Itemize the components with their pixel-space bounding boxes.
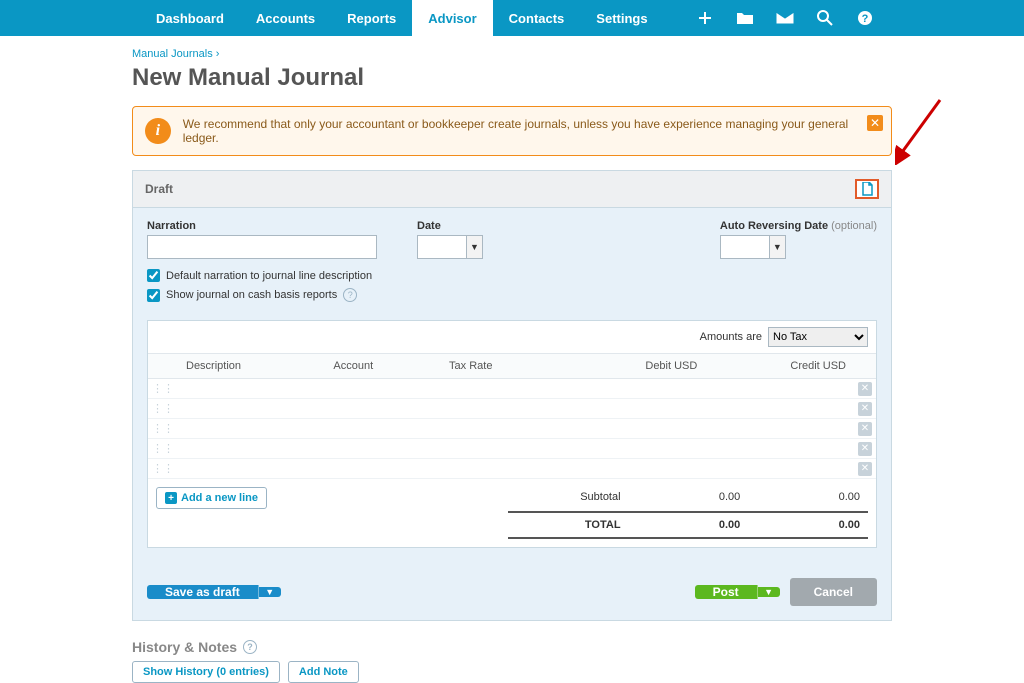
- history-title: History & Notes ?: [132, 639, 892, 655]
- add-note-button[interactable]: Add Note: [288, 661, 359, 683]
- amounts-are-label: Amounts are: [700, 331, 762, 343]
- default-narration-label: Default narration to journal line descri…: [166, 270, 372, 282]
- folder-icon[interactable]: [736, 9, 754, 27]
- svg-text:?: ?: [862, 13, 869, 25]
- attach-file-button[interactable]: [855, 179, 879, 199]
- nav-settings[interactable]: Settings: [580, 0, 663, 36]
- narration-label: Narration: [147, 220, 377, 232]
- cash-basis-label: Show journal on cash basis reports: [166, 289, 337, 301]
- delete-row-icon[interactable]: ✕: [858, 462, 872, 476]
- drag-handle-icon[interactable]: ⋮⋮: [148, 419, 178, 439]
- date-dropdown-icon[interactable]: ▼: [467, 235, 483, 259]
- info-alert: i We recommend that only your accountant…: [132, 106, 892, 156]
- search-icon[interactable]: [816, 9, 834, 27]
- mail-icon[interactable]: [776, 9, 794, 27]
- subtotal-debit: 0.00: [671, 491, 741, 503]
- col-debit: Debit USD: [564, 354, 705, 379]
- top-nav: Dashboard Accounts Reports Advisor Conta…: [0, 0, 1024, 36]
- table-row[interactable]: ⋮⋮ ✕: [148, 459, 876, 479]
- auto-reversing-field: Auto Reversing Date (optional) ▼: [720, 220, 877, 259]
- breadcrumb: Manual Journals ›: [132, 44, 892, 64]
- subtotal-credit: 0.00: [790, 491, 860, 503]
- total-credit: 0.00: [790, 519, 860, 531]
- drag-handle-icon[interactable]: ⋮⋮: [148, 439, 178, 459]
- action-bar: Save as draft ▼ Post ▼ Cancel: [133, 564, 891, 620]
- breadcrumb-link[interactable]: Manual Journals: [132, 48, 213, 60]
- help-icon[interactable]: ?: [243, 640, 257, 654]
- show-history-button[interactable]: Show History (0 entries): [132, 661, 280, 683]
- col-tax-rate: Tax Rate: [441, 354, 564, 379]
- drag-handle-icon[interactable]: ⋮⋮: [148, 379, 178, 399]
- cash-basis-checkbox[interactable]: [147, 289, 160, 302]
- date-input[interactable]: [417, 235, 467, 259]
- date-label: Date: [417, 220, 483, 232]
- alert-text: We recommend that only your accountant o…: [183, 117, 879, 145]
- delete-row-icon[interactable]: ✕: [858, 442, 872, 456]
- cancel-button[interactable]: Cancel: [790, 578, 877, 606]
- line-grid: Amounts are No Tax Description Account T…: [147, 320, 877, 548]
- breadcrumb-sep: ›: [216, 48, 220, 60]
- status-badge: Draft: [145, 182, 173, 196]
- nav-advisor[interactable]: Advisor: [412, 0, 492, 36]
- drag-handle-icon[interactable]: ⋮⋮: [148, 459, 178, 479]
- panel-header: Draft: [133, 171, 891, 208]
- drag-handle-icon[interactable]: ⋮⋮: [148, 399, 178, 419]
- nav-dashboard[interactable]: Dashboard: [140, 0, 240, 36]
- close-icon[interactable]: ✕: [867, 115, 883, 131]
- table-row[interactable]: ⋮⋮ ✕: [148, 399, 876, 419]
- add-line-button[interactable]: + Add a new line: [156, 487, 267, 509]
- arrow-annotation-icon: [895, 95, 945, 165]
- help-icon[interactable]: ?: [343, 288, 357, 302]
- subtotal-label: Subtotal: [516, 491, 621, 503]
- file-icon: [861, 182, 873, 196]
- journal-panel: Draft Narration Date ▼: [132, 170, 892, 621]
- nav-contacts[interactable]: Contacts: [493, 0, 581, 36]
- nav-reports[interactable]: Reports: [331, 0, 412, 36]
- col-credit: Credit USD: [705, 354, 854, 379]
- info-icon: i: [145, 118, 171, 144]
- default-narration-checkbox[interactable]: [147, 269, 160, 282]
- save-draft-button[interactable]: Save as draft ▼: [147, 578, 281, 606]
- plus-icon: +: [165, 492, 177, 504]
- table-row[interactable]: ⋮⋮ ✕: [148, 439, 876, 459]
- nav-icon-group: ?: [696, 9, 884, 27]
- total-debit: 0.00: [671, 519, 741, 531]
- narration-field: Narration: [147, 220, 377, 259]
- table-row[interactable]: ⋮⋮ ✕: [148, 379, 876, 399]
- narration-input[interactable]: [147, 235, 377, 259]
- col-description: Description: [178, 354, 325, 379]
- amounts-are-select[interactable]: No Tax: [768, 327, 868, 347]
- auto-reversing-label: Auto Reversing Date (optional): [720, 220, 877, 232]
- nav-tabs: Dashboard Accounts Reports Advisor Conta…: [140, 0, 664, 36]
- delete-row-icon[interactable]: ✕: [858, 382, 872, 396]
- table-row[interactable]: ⋮⋮ ✕: [148, 419, 876, 439]
- auto-reversing-input[interactable]: [720, 235, 770, 259]
- col-account: Account: [325, 354, 441, 379]
- post-button[interactable]: Post ▼: [695, 578, 780, 606]
- chevron-down-icon[interactable]: ▼: [758, 587, 780, 597]
- help-icon[interactable]: ?: [856, 9, 874, 27]
- total-label: TOTAL: [516, 519, 621, 531]
- default-narration-checkbox-row: Default narration to journal line descri…: [147, 269, 877, 282]
- auto-rev-dropdown-icon[interactable]: ▼: [770, 235, 786, 259]
- chevron-down-icon[interactable]: ▼: [259, 587, 281, 597]
- cash-basis-checkbox-row: Show journal on cash basis reports ?: [147, 288, 877, 302]
- plus-icon[interactable]: [696, 9, 714, 27]
- delete-row-icon[interactable]: ✕: [858, 402, 872, 416]
- history-section: History & Notes ? Show History (0 entrie…: [132, 639, 892, 683]
- nav-accounts[interactable]: Accounts: [240, 0, 331, 36]
- delete-row-icon[interactable]: ✕: [858, 422, 872, 436]
- date-field: Date ▼: [417, 220, 483, 259]
- page-title: New Manual Journal: [132, 64, 892, 92]
